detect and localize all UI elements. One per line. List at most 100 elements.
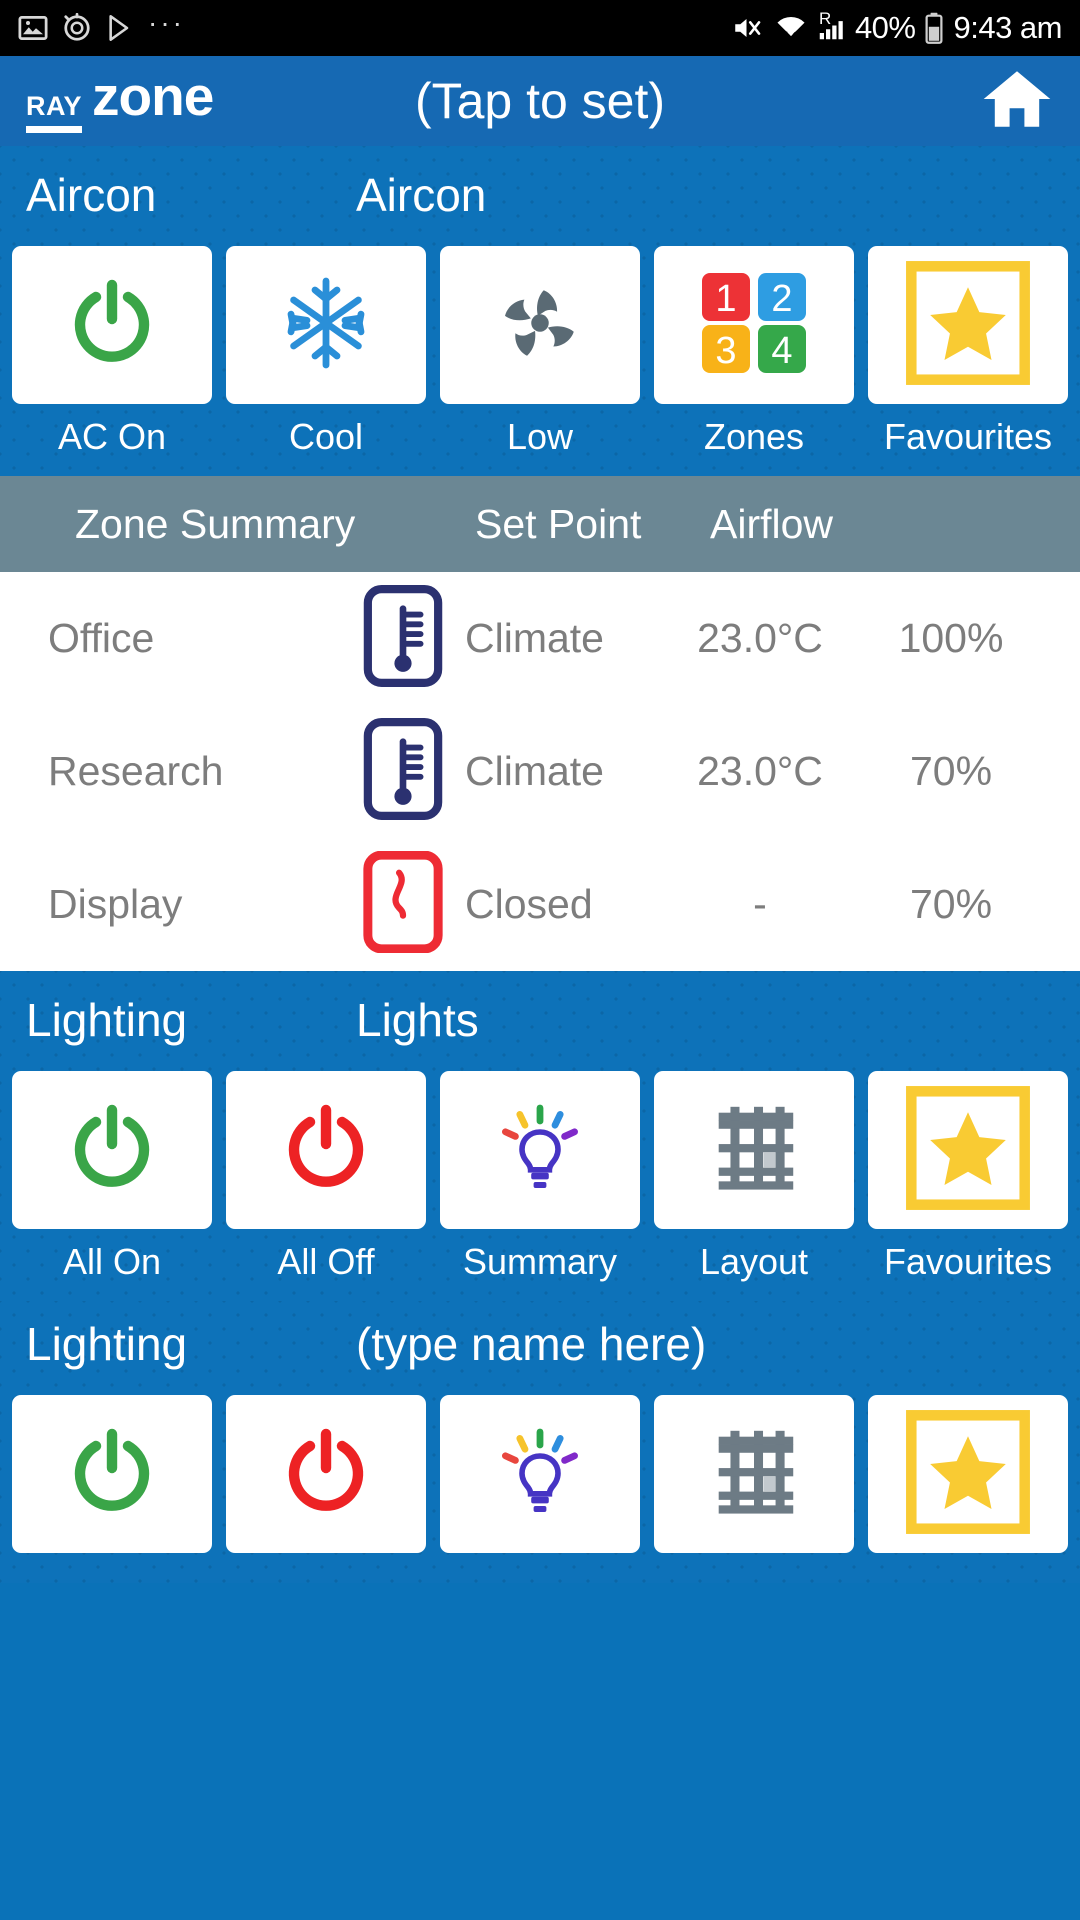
tile-unnamed-favourites[interactable] — [868, 1395, 1068, 1565]
tile-unnamed-layout-surface[interactable] — [654, 1395, 854, 1553]
tile-summary-label: Summary — [462, 1241, 618, 1282]
table-row[interactable]: Office Climate 23.0°C 100% — [0, 572, 1080, 705]
damper-closed-icon — [362, 850, 444, 958]
zone-state: Climate — [465, 748, 604, 794]
mute-icon — [732, 13, 766, 43]
clock-label: 9:43 am — [953, 10, 1062, 45]
thermometer-icon — [362, 585, 444, 692]
zone-name: Research — [48, 748, 224, 794]
play-store-icon — [106, 13, 134, 43]
tile-layout-surface[interactable] — [654, 1071, 854, 1229]
tile-all-on-surface[interactable] — [12, 1071, 212, 1229]
lighting-lights-name-label[interactable]: Lights — [356, 993, 479, 1047]
lighting-unnamed-name-input[interactable]: (type name here) — [356, 1317, 706, 1371]
zone-state: Climate — [465, 615, 604, 661]
tile-summary[interactable]: Summary — [440, 1071, 640, 1283]
zone-setpoint: 23.0°C — [697, 748, 823, 794]
more-dots-icon: ··· — [148, 7, 185, 38]
thermometer-icon — [362, 718, 444, 825]
tile-lighting-favourites-label: Favourites — [883, 1241, 1053, 1282]
tile-fan-speed[interactable]: Low — [440, 246, 640, 458]
tile-all-on[interactable]: All On — [12, 1071, 212, 1283]
tile-unnamed-summary[interactable] — [440, 1395, 640, 1565]
home-button[interactable] — [980, 67, 1054, 136]
tile-cool-surface[interactable] — [226, 246, 426, 404]
app-logo: RAY zone — [26, 65, 214, 133]
tile-ac-on-label: AC On — [57, 416, 167, 457]
logo-zone-text: zone — [92, 65, 214, 128]
zone-state-icon-cell[interactable] — [340, 585, 465, 692]
image-icon — [18, 13, 48, 43]
tile-lighting-favourites[interactable]: Favourites — [868, 1071, 1068, 1283]
status-bar: ··· R 40% 9:43 am — [0, 0, 1080, 56]
column-header-set-point: Set Point — [475, 500, 642, 547]
tile-unnamed-all-off-surface[interactable] — [226, 1395, 426, 1553]
tile-aircon-favourites-surface[interactable] — [868, 246, 1068, 404]
tile-layout[interactable]: Layout — [654, 1071, 854, 1283]
zone-name: Display — [48, 881, 183, 927]
zones-grid-icon: 1 2 3 4 — [698, 271, 810, 380]
roaming-signal-icon: R — [816, 10, 846, 43]
lighting-lights-group-label: Lighting — [26, 994, 188, 1046]
tile-cool[interactable]: Cool — [226, 246, 426, 458]
status-bar-left-icons: ··· — [18, 7, 185, 44]
tile-unnamed-summary-surface[interactable] — [440, 1395, 640, 1553]
wifi-icon — [775, 13, 807, 43]
power-off-icon — [278, 1100, 374, 1201]
zone-number-4: 4 — [771, 330, 792, 372]
column-header-zone-summary: Zone Summary — [75, 500, 356, 547]
tile-aircon-favourites[interactable]: Favourites — [868, 246, 1068, 458]
zone-number-1: 1 — [715, 278, 736, 320]
zone-airflow: 100% — [898, 615, 1004, 661]
zone-number-2: 2 — [771, 278, 792, 320]
zone-setpoint: - — [753, 881, 767, 927]
aircon-tile-row: AC On Cool Low 1 2 3 4 Zones Favourites — [0, 246, 1080, 458]
tile-ac-on[interactable]: AC On — [12, 246, 212, 458]
lighting-unnamed-tile-row — [0, 1395, 1080, 1565]
zone-airflow: 70% — [909, 748, 993, 794]
aircon-section: Aircon Aircon AC On Cool Low 1 2 3 4 Zon… — [0, 146, 1080, 476]
tile-zones[interactable]: 1 2 3 4 Zones — [654, 246, 854, 458]
tile-unnamed-favourites-surface[interactable] — [868, 1395, 1068, 1553]
tile-fan-speed-label: Low — [506, 416, 574, 457]
grid-layout-icon — [703, 1421, 805, 1528]
tile-zones-surface[interactable]: 1 2 3 4 — [654, 246, 854, 404]
lighting-unnamed-headings: Lighting (type name here) — [0, 1317, 1080, 1371]
tile-unnamed-layout[interactable] — [654, 1395, 854, 1565]
power-on-icon — [64, 1424, 160, 1525]
tile-all-on-label: All On — [62, 1241, 162, 1282]
tile-unnamed-all-off[interactable] — [226, 1395, 426, 1565]
table-row[interactable]: Research Climate 23.0°C 70% — [0, 705, 1080, 838]
zone-setpoint: 23.0°C — [697, 615, 823, 661]
tile-all-off-surface[interactable] — [226, 1071, 426, 1229]
tile-fan-speed-surface[interactable] — [440, 246, 640, 404]
app-header: RAY zone (Tap to set) — [0, 56, 1080, 146]
star-icon — [905, 260, 1031, 391]
star-icon — [905, 1085, 1031, 1216]
lightbulb-icon — [490, 1098, 590, 1203]
aircon-headings: Aircon Aircon — [0, 168, 1080, 222]
tile-unnamed-all-on-surface[interactable] — [12, 1395, 212, 1553]
zone-state-icon-cell[interactable] — [340, 718, 465, 825]
tile-layout-label: Layout — [699, 1241, 809, 1282]
tile-lighting-favourites-surface[interactable] — [868, 1071, 1068, 1229]
zone-name: Office — [48, 615, 155, 661]
zone-state-icon-cell[interactable] — [340, 850, 465, 958]
table-row[interactable]: Display Closed - 70% — [0, 838, 1080, 971]
grid-layout-icon — [703, 1097, 805, 1204]
zone-table-header: Zone Summary Set Point Airflow — [0, 476, 1080, 572]
tile-summary-surface[interactable] — [440, 1071, 640, 1229]
zone-table-body: Office Climate 23.0°C 100% Research Clim… — [0, 572, 1080, 971]
snowflake-icon — [278, 275, 374, 376]
power-off-icon — [278, 1424, 374, 1525]
aircon-name-label[interactable]: Aircon — [356, 168, 486, 222]
tile-all-off[interactable]: All Off — [226, 1071, 426, 1283]
lighting-unnamed-section: Lighting (type name here) — [0, 1301, 1080, 1583]
zone-state: Closed — [465, 881, 593, 927]
logo-ray-text: RAY — [26, 93, 83, 133]
lighting-unnamed-group-label: Lighting — [26, 1318, 188, 1370]
fan-icon — [490, 273, 590, 378]
tile-ac-on-surface[interactable] — [12, 246, 212, 404]
tile-unnamed-all-on[interactable] — [12, 1395, 212, 1565]
tile-aircon-favourites-label: Favourites — [883, 416, 1053, 457]
